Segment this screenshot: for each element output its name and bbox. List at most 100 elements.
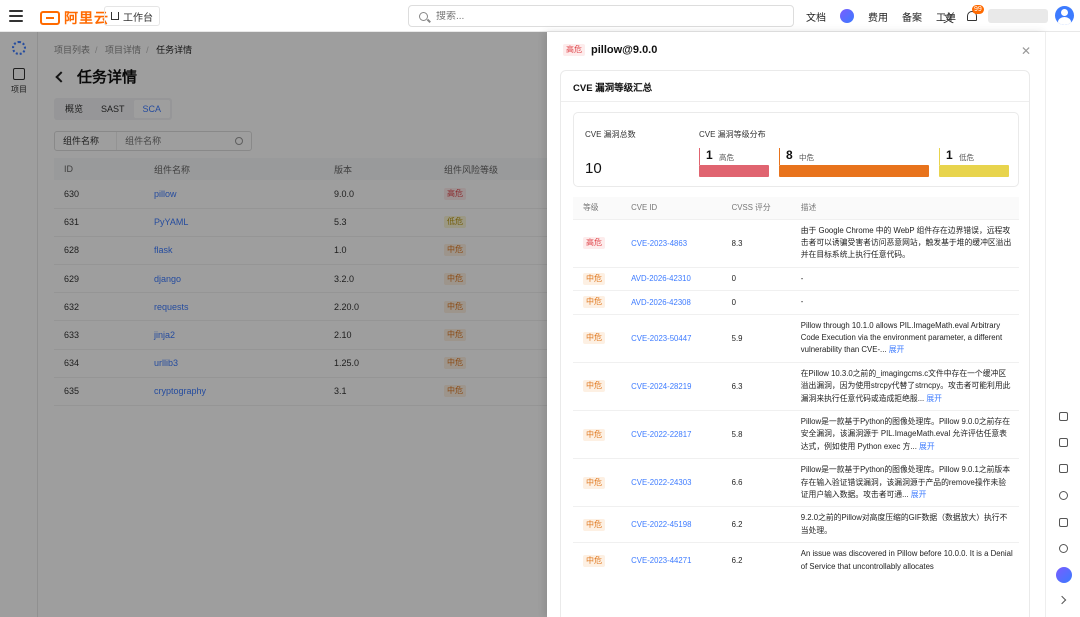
cve-id-link[interactable]: CVE-2023-50447	[621, 313, 722, 363]
drawer-title: pillow@9.0.0	[591, 44, 658, 56]
cve-id-link[interactable]: CVE-2022-24303	[621, 458, 722, 507]
expand-link[interactable]: 展开	[889, 345, 905, 354]
summary-panel: CVE 漏洞总数 10 CVE 漏洞等级分布 1 高危 8 中危 1 低危	[573, 112, 1019, 187]
cve-drawer: 高危 pillow@9.0.0 ✕ CVE 漏洞等级汇总 CVE 漏洞总数 10…	[547, 32, 1045, 617]
edit-icon[interactable]	[1059, 518, 1068, 527]
image-icon[interactable]	[1059, 464, 1068, 473]
account-name[interactable]	[988, 9, 1048, 23]
level-tag: 高危	[583, 237, 605, 250]
ai-assistant-icon[interactable]	[840, 9, 854, 23]
desc-text: 在Pillow 10.3.0之前的_imagingcms.c文件中存在一个缓冲区…	[800, 368, 1011, 403]
col-cve-id: CVE ID	[621, 197, 722, 219]
cve-id-link[interactable]: AVD-2026-42308	[621, 290, 722, 315]
expand-link[interactable]: 展开	[926, 394, 942, 403]
section-title: CVE 漏洞等级汇总	[573, 83, 653, 94]
brand-logo[interactable]: 阿里云	[40, 8, 109, 28]
cve-description: -	[790, 266, 1019, 291]
chevron-right-icon[interactable]	[1057, 595, 1067, 605]
drawer-header: 高危 pillow@9.0.0	[563, 44, 657, 56]
right-toolbar	[1045, 32, 1080, 617]
cve-level: 中危	[573, 458, 622, 507]
menu-icon[interactable]	[9, 10, 23, 22]
cve-id-link[interactable]: CVE-2022-22817	[621, 409, 722, 459]
cve-description: 9.2.0之前的Pillow对高度压缩的GIF数据（数据放大）执行不当处理。	[790, 506, 1019, 543]
cvss-score: 0	[721, 266, 791, 291]
modal-mask[interactable]	[0, 32, 547, 617]
cve-level: 中危	[573, 361, 622, 411]
level-mid-count: 8	[786, 148, 793, 162]
desc-text: 9.2.0之前的Pillow对高度压缩的GIF数据（数据放大）执行不当处理。	[800, 513, 1008, 535]
level-tag: 中危	[583, 296, 605, 309]
expand-link[interactable]: 展开	[919, 442, 935, 451]
cve-table: 等级 CVE ID CVSS 评分 描述 高危 CVE-2023-4863 8.3 由…	[573, 197, 1019, 579]
cve-id-link[interactable]: AVD-2026-42310	[621, 266, 722, 291]
cve-id-link[interactable]: CVE-2022-45198	[621, 506, 722, 543]
global-search[interactable]	[408, 5, 794, 27]
desc-text: Pillow是一款基于Python的图像处理库。Pillow 9.0.0之前存在…	[800, 416, 1011, 451]
cve-row: 中危 CVE-2023-44271 6.2 An issue was discover…	[573, 542, 1019, 579]
risk-badge: 高危	[563, 44, 585, 56]
total-count: 10	[585, 160, 602, 177]
level-high-marker	[699, 148, 700, 165]
search-input[interactable]	[436, 10, 736, 22]
cve-description: -	[790, 290, 1019, 315]
cve-level: 中危	[573, 506, 622, 543]
nav-link-filing[interactable]: 备案	[902, 9, 922, 24]
search-icon	[419, 11, 428, 21]
divider	[561, 101, 1029, 102]
cve-level: 中危	[573, 409, 622, 459]
ai-assistant-icon[interactable]	[1056, 567, 1072, 583]
level-high-bar	[699, 165, 769, 177]
expand-link[interactable]: 展开	[911, 490, 927, 499]
desc-text: Pillow是一款基于Python的图像处理库。Pillow 9.0.1之前版本…	[800, 465, 1011, 499]
headset-icon[interactable]	[1059, 544, 1068, 553]
cvss-score: 8.3	[721, 218, 791, 268]
cvss-score: 6.2	[721, 506, 791, 543]
level-mid: 8 中危	[779, 148, 929, 178]
translate-icon[interactable]: 文	[943, 10, 954, 26]
close-icon[interactable]: ✕	[1021, 44, 1031, 58]
level-mid-marker	[779, 148, 780, 165]
cve-summary-card: CVE 漏洞等级汇总 CVE 漏洞总数 10 CVE 漏洞等级分布 1 高危 8…	[560, 70, 1030, 617]
cve-row: 中危 CVE-2022-45198 6.2 9.2.0之前的Pillow对高度压缩的G…	[573, 506, 1019, 543]
level-tag: 中危	[583, 380, 605, 393]
cve-level: 中危	[573, 313, 622, 363]
cve-description: 由于 Google Chrome 中的 WebP 组件存在边界错误，远程攻击者可…	[790, 218, 1019, 268]
cve-id-link[interactable]: CVE-2024-28219	[621, 361, 722, 411]
aliyun-logo-icon	[40, 11, 60, 25]
level-low-name: 低危	[959, 153, 974, 162]
cve-id-link[interactable]: CVE-2023-44271	[621, 542, 722, 579]
level-tag: 中危	[583, 518, 605, 531]
level-tag: 中危	[583, 272, 605, 285]
cve-id-link[interactable]: CVE-2023-4863	[621, 218, 722, 268]
level-tag: 中危	[583, 332, 605, 345]
nav-link-docs[interactable]: 文档	[806, 9, 826, 24]
level-tag: 中危	[583, 476, 605, 489]
desc-text: -	[800, 297, 804, 307]
level-high-name: 高危	[719, 153, 734, 162]
cve-description: Pillow是一款基于Python的图像处理库。Pillow 9.0.0之前存在…	[790, 409, 1019, 459]
gear-icon[interactable]	[1059, 491, 1068, 500]
col-cvss: CVSS 评分	[721, 197, 791, 219]
cve-description: 在Pillow 10.3.0之前的_imagingcms.c文件中存在一个缓冲区…	[790, 361, 1019, 411]
cve-row: 中危 CVE-2024-28219 6.3 在Pillow 10.3.0之前的_ima…	[573, 361, 1019, 411]
desc-text: An issue was discovered in Pillow before…	[800, 549, 1013, 571]
cvss-score: 6.6	[721, 458, 791, 507]
document-icon[interactable]	[1059, 412, 1068, 421]
cve-level: 中危	[573, 290, 622, 315]
cvss-score: 0	[721, 290, 791, 315]
cve-description: Pillow through 10.1.0 allows PIL.ImageMa…	[790, 313, 1019, 363]
level-low-bar	[939, 165, 1009, 177]
cve-level: 中危	[573, 542, 622, 579]
level-tag: 中危	[583, 428, 605, 441]
desc-text: -	[800, 273, 804, 283]
cve-row: 高危 CVE-2023-4863 8.3 由于 Google Chrome 中的 We…	[573, 218, 1019, 268]
cve-level: 高危	[573, 218, 622, 268]
level-low-marker	[939, 148, 940, 165]
workbench-button[interactable]: 工作台	[104, 6, 160, 26]
level-mid-name: 中危	[799, 153, 814, 162]
avatar[interactable]	[1055, 6, 1074, 25]
brand-name: 阿里云	[64, 10, 109, 26]
nav-link-billing[interactable]: 费用	[868, 9, 888, 24]
calculator-icon[interactable]	[1059, 438, 1068, 447]
